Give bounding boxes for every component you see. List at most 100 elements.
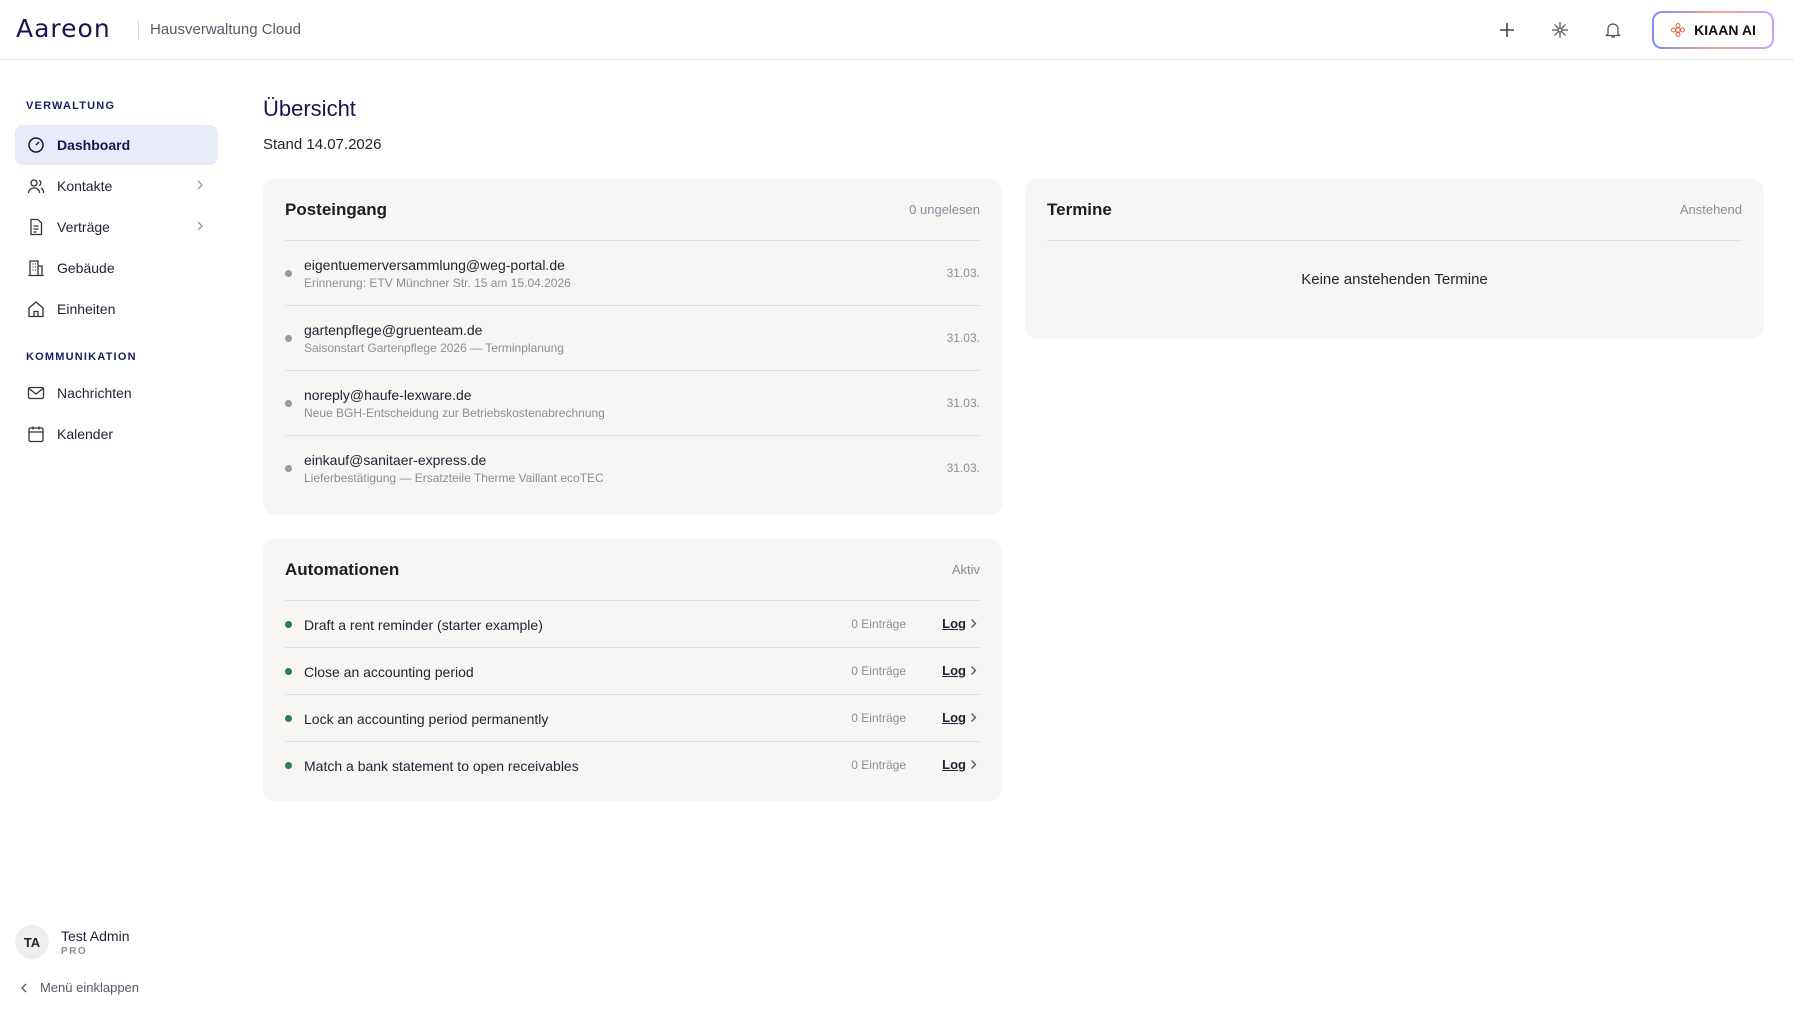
chevron-right-icon	[197, 221, 203, 231]
automation-name: Lock an accounting period permanently	[304, 711, 549, 727]
home-icon	[27, 300, 45, 318]
list-item[interactable]: gartenpflege@gruenteam.de Saisonstart Ga…	[285, 306, 980, 371]
appointments-card: Termine Anstehend Keine anstehenden Term…	[1025, 179, 1764, 339]
inbox-card-header: Posteingang 0 ungelesen	[285, 179, 980, 241]
chevron-right-icon[interactable]	[970, 618, 977, 629]
mail-date: 31.03.	[946, 396, 980, 410]
mail-subject: Neue BGH-Entscheidung zur Betriebskosten…	[304, 406, 605, 420]
mail-sender: gartenpflege@gruenteam.de	[304, 322, 483, 338]
sparkle-icon	[1552, 22, 1568, 38]
collapse-menu-label: Menü einklappen	[40, 980, 140, 995]
sidebar-item-kalender[interactable]: Kalender	[15, 414, 218, 454]
mail-subject: Saisonstart Gartenpflege 2026 — Terminpl…	[304, 341, 564, 355]
sidebar-item-label: Einheiten	[57, 301, 116, 317]
mail-date: 31.03.	[946, 266, 980, 280]
notifications-button[interactable]	[1601, 18, 1625, 42]
table-row: Lock an accounting period permanently 0 …	[285, 695, 980, 742]
sidebar-item-kontakte[interactable]: Kontakte	[15, 166, 218, 206]
plus-icon	[1500, 23, 1514, 37]
mail-sender: eigentuemerversammlung@weg-portal.de	[304, 257, 565, 273]
user-profile[interactable]: TA Test Admin PRO	[15, 925, 129, 959]
mail-icon	[27, 384, 45, 402]
avatar: TA	[15, 925, 49, 959]
top-bar: Aareon Hausverwaltung Cloud KIAAN AI	[0, 0, 1794, 60]
mail-date: 31.03.	[946, 331, 980, 345]
building-icon	[27, 259, 45, 277]
automations-card-header: Automationen Aktiv	[285, 539, 980, 601]
user-plan-badge: PRO	[61, 945, 88, 957]
automations-title: Automationen	[285, 559, 400, 579]
active-status-dot-icon	[285, 762, 292, 769]
list-item[interactable]: einkauf@sanitaer-express.de Lieferbestät…	[285, 436, 980, 501]
sidebar-item-dashboard[interactable]: Dashboard	[15, 125, 218, 165]
appointments-title: Termine	[1047, 199, 1112, 219]
automation-entry-count: 0 Einträge	[851, 758, 906, 772]
automation-entry-count: 0 Einträge	[851, 617, 906, 631]
sidebar-item-gebaeude[interactable]: Gebäude	[15, 248, 218, 288]
appointments-card-header: Termine Anstehend	[1047, 179, 1742, 241]
appointments-empty-state: Keine anstehenden Termine	[1301, 271, 1488, 288]
mail-sender: einkauf@sanitaer-express.de	[304, 452, 487, 468]
mail-subject: Lieferbestätigung — Ersatzteile Therme V…	[304, 471, 604, 485]
automation-entry-count: 0 Einträge	[851, 711, 906, 725]
document-icon	[27, 218, 45, 236]
sidebar-item-label: Kontakte	[57, 178, 113, 194]
active-status-dot-icon	[285, 621, 292, 628]
inbox-title: Posteingang	[285, 199, 388, 219]
sidebar-item-label: Gebäude	[57, 260, 115, 276]
chevron-right-icon	[197, 180, 203, 190]
automation-entry-count: 0 Einträge	[851, 664, 906, 678]
list-item[interactable]: eigentuemerversammlung@weg-portal.de Eri…	[285, 241, 980, 306]
automations-card: Automationen Aktiv Draft a rent reminder…	[263, 539, 1002, 801]
page-subtitle: Stand 14.07.2026	[263, 136, 382, 153]
aareon-logo[interactable]: Aareon	[16, 14, 111, 43]
bell-icon	[1604, 23, 1622, 38]
sidebar-item-nachrichten[interactable]: Nachrichten	[15, 373, 218, 413]
sidebar: VERWALTUNG Dashboard Kontakte Verträge G…	[0, 61, 226, 1013]
gauge-icon	[27, 136, 45, 154]
sidebar-item-einheiten[interactable]: Einheiten	[15, 289, 218, 329]
chevron-right-icon[interactable]	[970, 759, 977, 770]
automation-name: Match a bank statement to open receivabl…	[304, 758, 579, 774]
unread-dot-icon	[285, 465, 292, 472]
list-item[interactable]: noreply@haufe-lexware.de Neue BGH-Entsch…	[285, 371, 980, 436]
automation-log-link[interactable]: Log	[942, 616, 966, 631]
mail-date: 31.03.	[946, 461, 980, 475]
table-row: Close an accounting period 0 Einträge Lo…	[285, 648, 980, 695]
collapse-menu-button[interactable]: Menü einklappen	[20, 980, 139, 995]
active-status-dot-icon	[285, 668, 292, 675]
sidebar-item-label: Kalender	[57, 426, 114, 442]
unread-dot-icon	[285, 400, 292, 407]
sidebar-item-label: Nachrichten	[57, 385, 132, 401]
section-label-kommunikation: KOMMUNIKATION	[26, 351, 137, 363]
appointments-filter: Anstehend	[1679, 202, 1742, 217]
active-status-dot-icon	[285, 715, 292, 722]
chevron-right-icon[interactable]	[970, 665, 977, 676]
automation-log-link[interactable]: Log	[942, 663, 966, 678]
sidebar-item-vertraege[interactable]: Verträge	[15, 207, 218, 247]
inbox-unread-count: 0 ungelesen	[909, 202, 980, 217]
kiaan-ai-button[interactable]: KIAAN AI	[1652, 11, 1774, 49]
chevron-left-icon	[21, 983, 27, 992]
mail-subject: Erinnerung: ETV Münchner Str. 15 am 15.0…	[304, 276, 571, 290]
table-row: Match a bank statement to open receivabl…	[285, 742, 980, 789]
automation-log-link[interactable]: Log	[942, 757, 966, 772]
calendar-icon	[27, 425, 45, 443]
section-label-verwaltung: VERWALTUNG	[26, 100, 116, 112]
automation-log-link[interactable]: Log	[942, 710, 966, 725]
automations-status: Aktiv	[951, 562, 980, 577]
sparkle-button[interactable]	[1548, 18, 1572, 42]
add-button[interactable]	[1495, 18, 1519, 42]
table-row: Draft a rent reminder (starter example) …	[285, 601, 980, 648]
app-name: Hausverwaltung Cloud	[150, 21, 301, 38]
page-title: Übersicht	[263, 96, 356, 121]
unread-dot-icon	[285, 335, 292, 342]
automation-name: Draft a rent reminder (starter example)	[304, 617, 543, 633]
kiaan-flower-icon	[1671, 22, 1686, 38]
chevron-right-icon[interactable]	[970, 712, 977, 723]
users-icon	[27, 177, 45, 195]
automation-name: Close an accounting period	[304, 664, 474, 680]
kiaan-ai-label: KIAAN AI	[1694, 22, 1756, 38]
logo-divider	[138, 20, 139, 40]
sidebar-item-label: Verträge	[57, 219, 110, 235]
